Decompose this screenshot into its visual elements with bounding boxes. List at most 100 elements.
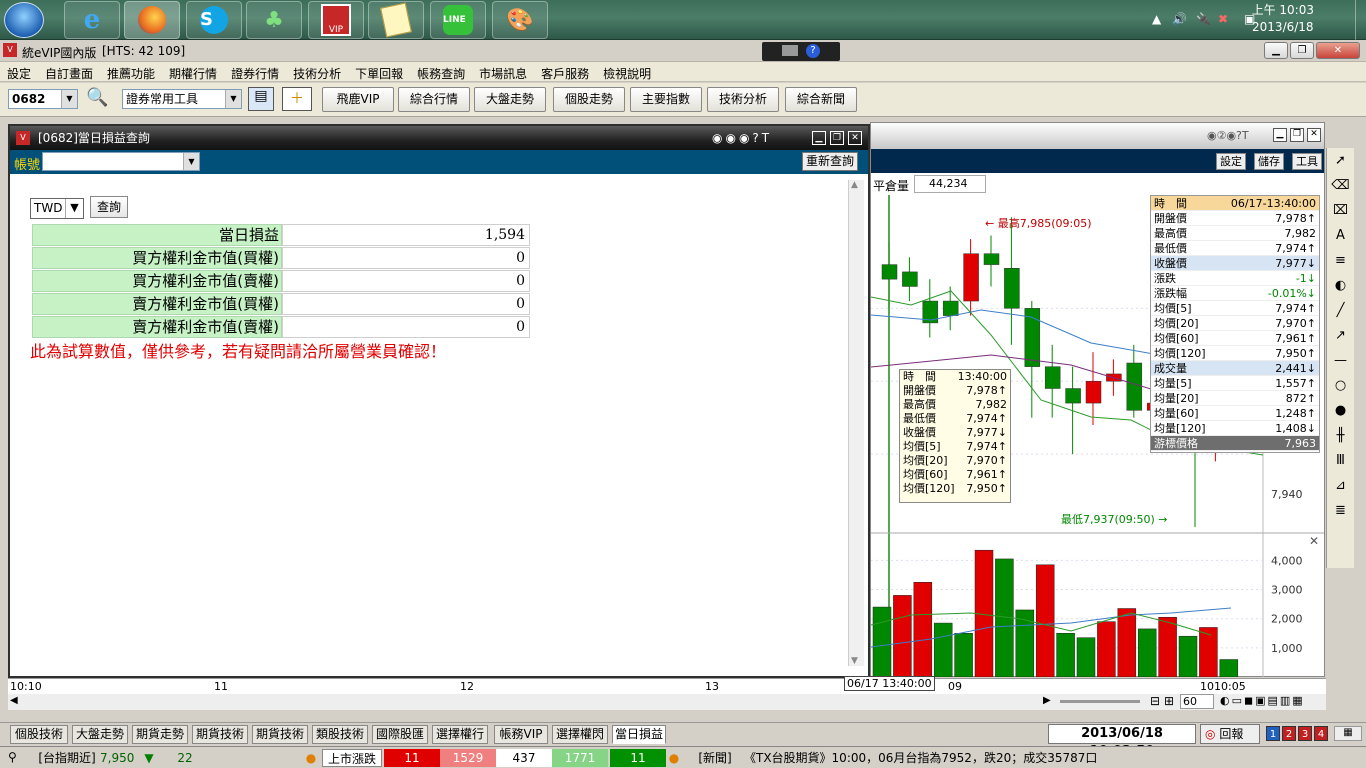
bars-tool-icon[interactable]: Ⅲ bbox=[1327, 448, 1354, 473]
pointer-icon[interactable]: ➚ bbox=[1327, 148, 1354, 173]
volume-bar[interactable] bbox=[1035, 564, 1055, 677]
tab-item[interactable]: 個股技術 bbox=[10, 725, 68, 744]
hline-tool-icon[interactable]: — bbox=[1327, 348, 1354, 373]
horizontal-scrollbar[interactable]: ◀ ▶ ⊟ ⊞ 60 ◐▭◼▣▤▥▦ bbox=[8, 694, 1326, 710]
volume-bar[interactable] bbox=[913, 582, 933, 677]
volume-bar[interactable] bbox=[1097, 621, 1116, 677]
paint-icon[interactable]: 🎨 bbox=[492, 1, 548, 39]
menu-item-9[interactable]: 客戶服務 bbox=[534, 62, 596, 85]
parallel-lines-icon[interactable]: ≣ bbox=[1327, 498, 1354, 523]
zoom-out-icon[interactable]: ⊟ bbox=[1150, 694, 1160, 708]
volume-icon[interactable]: 🔊 bbox=[1172, 12, 1187, 26]
system-clock[interactable]: 上午 10:03 2013/6/18 bbox=[1252, 2, 1314, 36]
window-tool-icons[interactable]: ◉②◉?T bbox=[1207, 129, 1249, 142]
query-button[interactable]: 查詢 bbox=[90, 196, 128, 218]
add-window-icon[interactable]: ＋ bbox=[282, 87, 312, 111]
chevron-down-icon[interactable]: ▼ bbox=[65, 199, 83, 218]
chevron-down-icon[interactable]: ▼ bbox=[225, 90, 241, 108]
menu-item-1[interactable]: 自訂畫面 bbox=[38, 62, 100, 85]
close-button[interactable]: ✕ bbox=[848, 131, 862, 145]
chevron-down-icon[interactable]: ▼ bbox=[183, 153, 199, 170]
switch-icon[interactable]: ● bbox=[667, 749, 681, 767]
help-icon[interactable]: ? bbox=[806, 44, 820, 58]
close-pane-icon[interactable]: ✕ bbox=[1309, 534, 1319, 548]
switch-icon[interactable]: ● bbox=[304, 749, 318, 767]
volume-bar[interactable] bbox=[933, 622, 953, 677]
candle-body[interactable] bbox=[881, 264, 898, 280]
toolbar-button-4[interactable]: 主要指數 bbox=[630, 87, 702, 112]
scroll-left-icon[interactable]: ◀ bbox=[10, 695, 18, 706]
menu-item-3[interactable]: 期權行情 bbox=[162, 62, 224, 85]
scroll-right-icon[interactable]: ▶ bbox=[1043, 695, 1051, 706]
toolbar-button-1[interactable]: 綜合行情 bbox=[398, 87, 470, 112]
menu-item-7[interactable]: 帳務查詢 bbox=[410, 62, 472, 85]
maximize-button[interactable]: ❐ bbox=[1290, 42, 1314, 59]
candle-body[interactable] bbox=[1004, 267, 1020, 309]
close-button[interactable]: ✕ bbox=[1307, 128, 1321, 142]
menu-item-2[interactable]: 推薦功能 bbox=[100, 62, 162, 85]
tab-item[interactable]: 期貨技術 bbox=[192, 725, 248, 744]
news-ticker[interactable]: 《TX台股期貨》10:00，06月台指為7952，跌20；成交35787口 bbox=[744, 749, 1144, 767]
save-button[interactable]: 儲存 bbox=[1254, 153, 1284, 170]
text-tool-icon[interactable]: A bbox=[1327, 223, 1354, 248]
settings-button[interactable]: 設定 bbox=[1216, 153, 1246, 170]
page-button[interactable]: 3 bbox=[1298, 726, 1312, 741]
vertical-scrollbar[interactable]: ▲ ▼ bbox=[848, 180, 864, 666]
currency-select[interactable]: TWD ▼ bbox=[30, 198, 84, 219]
minimize-button[interactable]: ▁ bbox=[1264, 42, 1288, 59]
page-button[interactable]: 4 bbox=[1314, 726, 1328, 741]
chevron-down-icon[interactable]: ▼ bbox=[61, 90, 77, 108]
volume-bar[interactable] bbox=[872, 606, 892, 677]
tool-window-icon[interactable]: ▤ bbox=[248, 87, 274, 111]
refresh-query-button[interactable]: 重新查詢 bbox=[802, 152, 859, 171]
page-button[interactable]: 2 bbox=[1282, 726, 1296, 741]
grid-view-icon[interactable]: ▦ bbox=[1334, 726, 1362, 741]
window-tool-icons[interactable]: ◉◉◉?T bbox=[712, 126, 772, 150]
tab-item[interactable]: 當日損益 bbox=[612, 725, 666, 744]
arrow-tool-icon[interactable]: ↗ bbox=[1327, 323, 1354, 348]
fibonacci-icon[interactable]: ╫ bbox=[1327, 423, 1354, 448]
start-button[interactable] bbox=[4, 2, 44, 38]
scroll-down-icon[interactable]: ▼ bbox=[851, 656, 858, 666]
line-tool-icon[interactable]: ╱ bbox=[1327, 298, 1354, 323]
candle-body[interactable] bbox=[902, 271, 918, 287]
chart-view-icons[interactable]: ◐▭◼▣▤▥▦ bbox=[1220, 694, 1305, 707]
candle-body[interactable] bbox=[1085, 380, 1102, 404]
toolbar-button-2[interactable]: 大盤走勢 bbox=[474, 87, 546, 112]
candle-body[interactable] bbox=[983, 253, 1000, 265]
minimize-button[interactable]: ▁ bbox=[812, 131, 826, 145]
bold-tool-icon[interactable]: ● bbox=[1327, 398, 1354, 423]
candle-body[interactable] bbox=[1126, 362, 1143, 411]
page-button[interactable]: 1 bbox=[1266, 726, 1280, 741]
candle-body[interactable] bbox=[1065, 388, 1081, 404]
volume-bar[interactable] bbox=[893, 595, 912, 677]
tab-item[interactable]: 期貨走勢 bbox=[132, 725, 188, 744]
keyboard-icon[interactable] bbox=[782, 45, 798, 56]
volume-bar[interactable] bbox=[1158, 616, 1177, 677]
minimize-button[interactable]: ▁ bbox=[1273, 128, 1287, 142]
color-palette-icon[interactable]: ◐ bbox=[1327, 273, 1354, 298]
menu-item-8[interactable]: 市場訊息 bbox=[472, 62, 534, 85]
tray-expand-icon[interactable]: ▲ bbox=[1152, 12, 1161, 26]
tab-item[interactable]: 大盤走勢 bbox=[72, 725, 128, 744]
candle-body[interactable] bbox=[963, 253, 979, 302]
scroll-up-icon[interactable]: ▲ bbox=[851, 180, 858, 190]
tab-item[interactable]: 帳務VIP bbox=[494, 725, 548, 744]
toolbar-button-6[interactable]: 綜合新聞 bbox=[785, 87, 857, 112]
volume-bar[interactable] bbox=[1199, 627, 1218, 677]
firefox-icon[interactable] bbox=[124, 1, 180, 39]
maximize-button[interactable]: ❐ bbox=[1290, 128, 1304, 142]
candle-body[interactable] bbox=[942, 300, 959, 316]
horizontal-lines-icon[interactable]: ≡ bbox=[1327, 248, 1354, 273]
search-icon[interactable]: 🔍 bbox=[86, 87, 108, 108]
tab-item[interactable]: 類股技術 bbox=[312, 725, 368, 744]
line-icon[interactable]: LINE bbox=[430, 1, 486, 39]
zoom-slider[interactable] bbox=[1060, 700, 1140, 703]
toolbar-button-5[interactable]: 技術分析 bbox=[707, 87, 779, 112]
power-icon[interactable]: 🔌 bbox=[1196, 12, 1211, 26]
volume-bar[interactable] bbox=[1219, 659, 1239, 677]
skype-icon[interactable]: S bbox=[186, 1, 242, 39]
tab-item[interactable]: 期貨技術 bbox=[252, 725, 308, 744]
volume-bar[interactable] bbox=[954, 633, 973, 677]
tab-item[interactable]: 選擇權行 bbox=[432, 725, 488, 744]
